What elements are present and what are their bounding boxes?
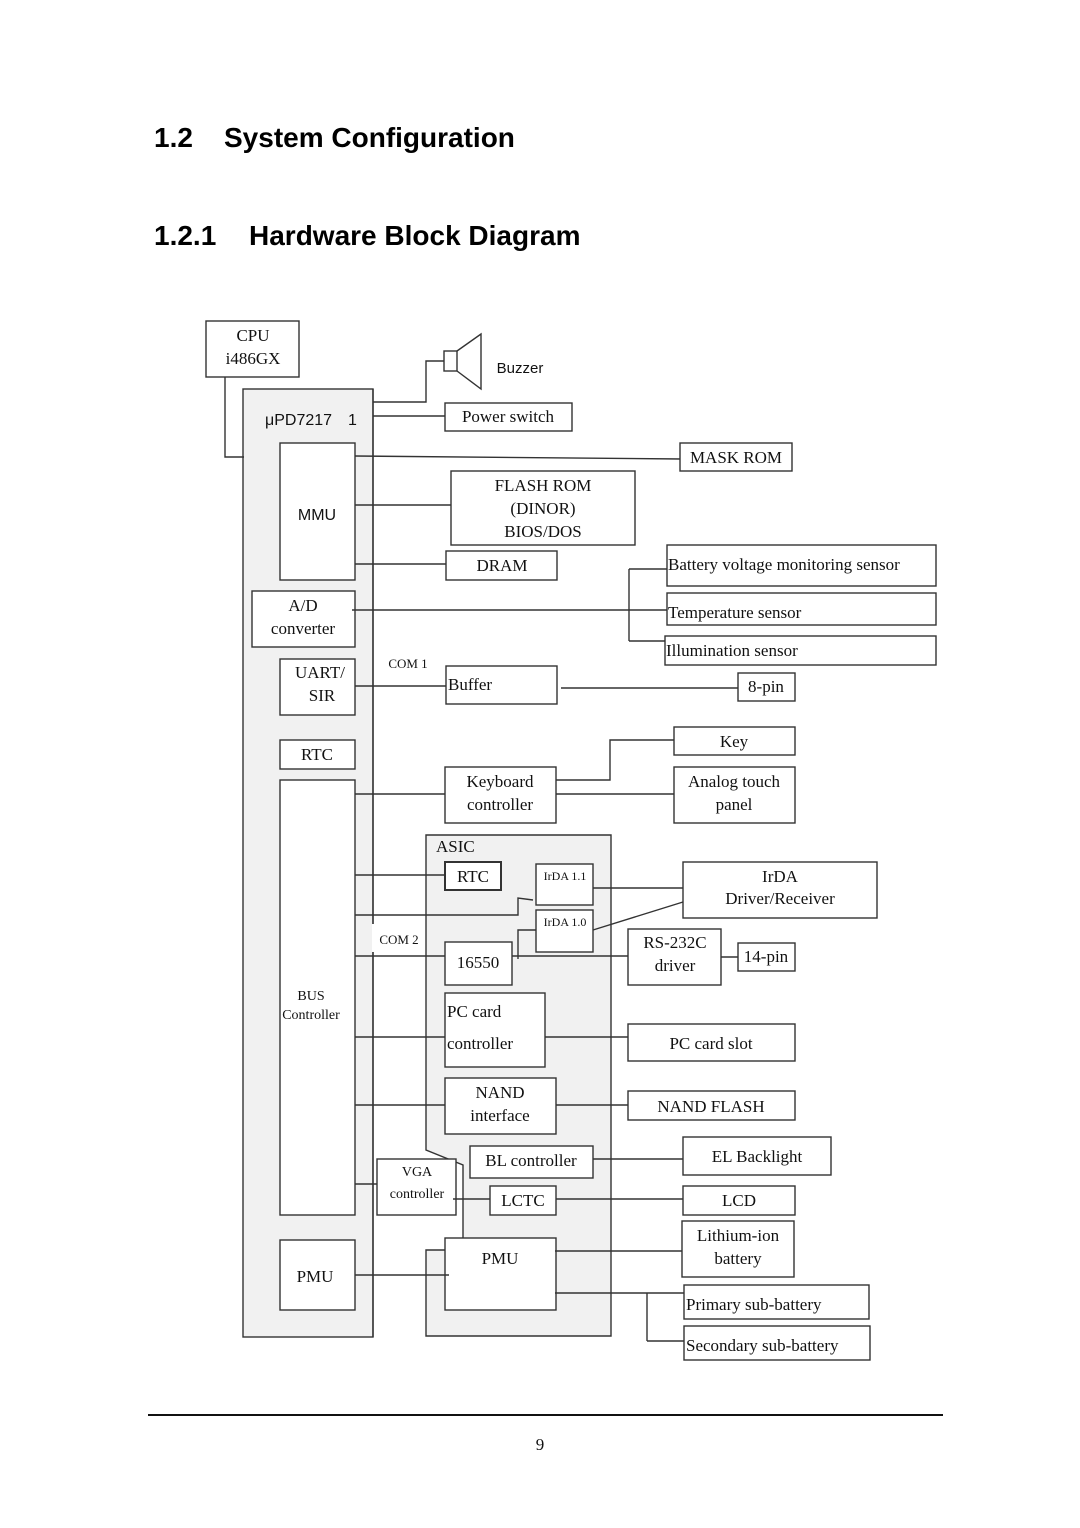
dram-label: DRAM — [476, 556, 527, 575]
flash-rom-label-3: BIOS/DOS — [504, 522, 581, 541]
flash-rom-label-1: FLASH ROM — [495, 476, 592, 495]
uart16550-label: 16550 — [457, 953, 500, 972]
battery-sensor-label: Battery voltage monitoring sensor — [668, 555, 900, 574]
buzzer-label: Buzzer — [497, 360, 544, 377]
eight-pin-label: 8-pin — [748, 677, 784, 696]
uart-label-1: UART/ — [295, 663, 345, 682]
asic-label: ASIC — [436, 837, 475, 856]
upd-chip-label: μPD7217 1 — [265, 412, 357, 429]
bl-controller-label: BL controller — [485, 1151, 577, 1170]
keyboard-label-2: controller — [467, 795, 533, 814]
hardware-block-diagram: CPU i486GX Buzzer Power switch μPD7217 1… — [205, 320, 937, 1361]
irda-driver-label-2: Driver/Receiver — [725, 889, 835, 908]
key-label: Key — [720, 732, 749, 751]
pc-card-slot-label: PC card slot — [669, 1034, 752, 1053]
footer-rule — [148, 1414, 943, 1416]
keyboard-label-1: Keyboard — [466, 772, 534, 791]
rs232c-label-2: driver — [655, 956, 696, 975]
buzzer-link — [373, 360, 444, 403]
buffer-label: Buffer — [448, 675, 492, 694]
nand-flash-label: NAND FLASH — [657, 1097, 764, 1116]
lithium-label-1: Lithium-ion — [697, 1226, 780, 1245]
mmu-label: MMU — [298, 507, 336, 524]
mask-rom-link — [354, 455, 683, 460]
rs232c-label-1: RS-232C — [643, 933, 706, 952]
uart-label-2: SIR — [309, 686, 336, 705]
vga-label-2: controller — [390, 1187, 445, 1202]
fourteen-pin-label: 14-pin — [744, 947, 789, 966]
irda-driver-label-1: IrDA — [762, 867, 799, 886]
nand-interface-label-2: interface — [470, 1106, 529, 1125]
ad-label-2: converter — [271, 619, 336, 638]
illumination-sensor-label: Illumination sensor — [666, 641, 798, 660]
rtc-asic-label: RTC — [457, 867, 489, 886]
bus-controller-label-2: Controller — [282, 1008, 340, 1023]
irda11-label: IrDA 1.1 — [544, 869, 587, 883]
bus-controller-label-1: BUS — [297, 989, 324, 1004]
lithium-label-2: battery — [714, 1249, 762, 1268]
analog-touch-label-2: panel — [716, 795, 753, 814]
ad-label-1: A/D — [288, 596, 317, 615]
flash-rom-label-2: (DINOR) — [510, 499, 575, 518]
rtc-left-label: RTC — [301, 745, 333, 764]
pc-card-label-2: controller — [447, 1034, 513, 1053]
pmu-asic-label: PMU — [482, 1249, 519, 1268]
vga-label-1: VGA — [402, 1165, 433, 1180]
lcd-label: LCD — [722, 1191, 756, 1210]
key-link — [556, 739, 675, 781]
irda10-label: IrDA 1.0 — [544, 915, 587, 929]
pc-card-label-1: PC card — [447, 1002, 502, 1021]
el-backlight-label: EL Backlight — [712, 1147, 803, 1166]
lctc-label: LCTC — [501, 1191, 544, 1210]
pmu-left-label: PMU — [297, 1267, 334, 1286]
cpu-label-2: i486GX — [226, 349, 281, 368]
buzzer-icon — [443, 332, 482, 391]
cpu-label-1: CPU — [236, 326, 269, 345]
temperature-sensor-label: Temperature sensor — [668, 603, 802, 622]
cpu-link — [224, 377, 244, 458]
primary-sub-label: Primary sub-battery — [686, 1295, 822, 1314]
page-number: 9 — [535, 1435, 545, 1454]
secondary-sub-label: Secondary sub-battery — [686, 1336, 839, 1355]
com1-label: COM 1 — [388, 656, 427, 671]
com2-label: COM 2 — [379, 932, 418, 947]
analog-touch-label-1: Analog touch — [688, 772, 781, 791]
mask-rom-label: MASK ROM — [690, 448, 782, 467]
nand-interface-label-1: NAND — [475, 1083, 524, 1102]
power-switch-label: Power switch — [462, 407, 555, 426]
